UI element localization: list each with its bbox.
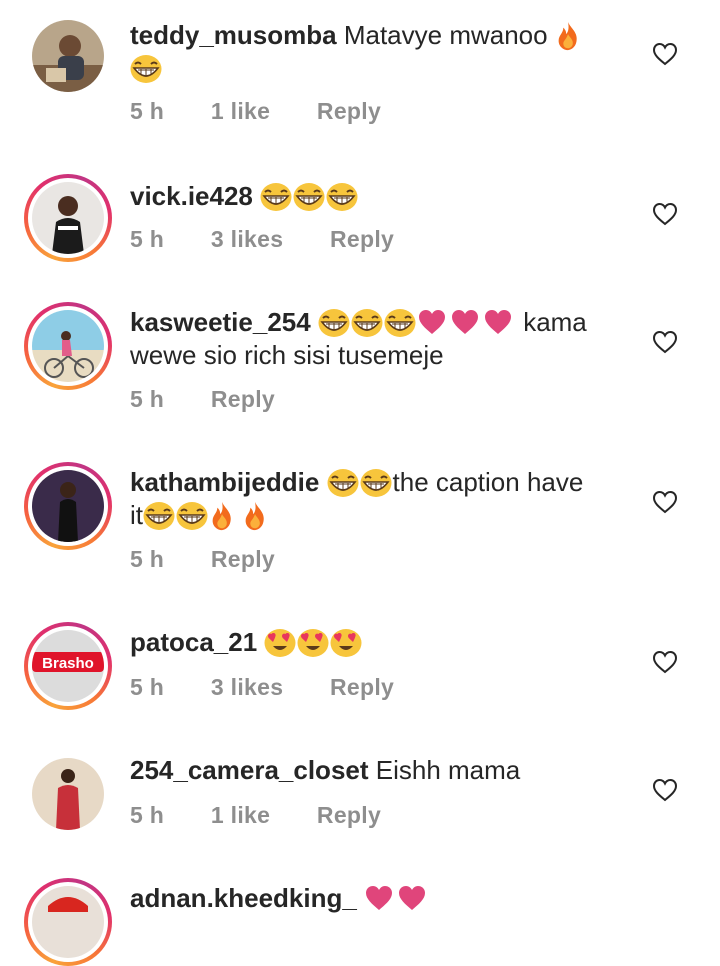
red-heart-emoji	[483, 308, 513, 336]
comment-text: kama	[523, 307, 587, 337]
comment-meta: 5 h 1 like Reply	[130, 802, 421, 829]
comment-time: 5 h	[130, 674, 165, 700]
comment-username[interactable]: teddy_musomba	[130, 20, 337, 50]
laugh-emoji	[384, 308, 414, 336]
reply-button[interactable]: Reply	[317, 98, 381, 124]
laugh-emoji	[130, 54, 160, 82]
laugh-emoji	[327, 468, 357, 496]
comment-time: 5 h	[130, 98, 165, 124]
comment-likes[interactable]: 1 like	[211, 98, 270, 124]
reply-button[interactable]: Reply	[330, 226, 394, 252]
reply-button[interactable]: Reply	[317, 802, 381, 828]
red-heart-emoji	[364, 884, 394, 912]
comment-likes[interactable]: 3 likes	[211, 674, 283, 700]
avatar[interactable]	[24, 750, 112, 838]
avatar[interactable]	[24, 462, 112, 550]
reply-button[interactable]: Reply	[211, 386, 275, 412]
heart-outline-icon[interactable]	[652, 42, 678, 66]
comment-time: 5 h	[130, 386, 165, 412]
comment-username[interactable]: kasweetie_254	[130, 307, 311, 337]
comment-time: 5 h	[130, 546, 165, 572]
comment-text: Eishh mama	[375, 755, 521, 785]
fire-emoji	[555, 21, 585, 49]
comment-time: 5 h	[130, 802, 165, 828]
comment-meta: 5 h Reply	[130, 546, 315, 573]
laugh-emoji	[143, 501, 173, 529]
heart-outline-icon[interactable]	[652, 650, 678, 674]
fire-emoji	[242, 501, 272, 529]
red-heart-emoji	[397, 884, 427, 912]
comment-username[interactable]: kathambijeddie	[130, 467, 319, 497]
heart-eyes-emoji	[264, 628, 294, 656]
avatar[interactable]	[24, 302, 112, 390]
reply-button[interactable]: Reply	[330, 674, 394, 700]
avatar-label: Brasho	[42, 655, 94, 672]
comment-meta: 5 h Reply	[130, 386, 315, 413]
laugh-emoji	[360, 468, 390, 496]
heart-outline-icon[interactable]	[652, 202, 678, 226]
avatar[interactable]	[24, 12, 112, 100]
laugh-emoji	[293, 182, 323, 210]
heart-outline-icon[interactable]	[652, 490, 678, 514]
comment-username[interactable]: 254_camera_closet	[130, 755, 369, 785]
comment-text: it	[130, 500, 143, 530]
red-heart-emoji	[450, 308, 480, 336]
comment-likes[interactable]: 1 like	[211, 802, 270, 828]
comment-meta: 5 h 3 likes Reply	[130, 226, 434, 253]
comment-username[interactable]: adnan.kheedking_	[130, 883, 357, 913]
fire-emoji	[209, 501, 239, 529]
laugh-emoji	[260, 182, 290, 210]
avatar[interactable]	[24, 878, 112, 966]
heart-eyes-emoji	[330, 628, 360, 656]
reply-button[interactable]: Reply	[211, 546, 275, 572]
avatar[interactable]	[24, 174, 112, 262]
comment-likes[interactable]: 3 likes	[211, 226, 283, 252]
heart-eyes-emoji	[297, 628, 327, 656]
laugh-emoji	[176, 501, 206, 529]
heart-outline-icon[interactable]	[652, 330, 678, 354]
comment-meta: 5 h 1 like Reply	[130, 98, 421, 125]
laugh-emoji	[326, 182, 356, 210]
comment-text: the caption have	[392, 467, 584, 497]
avatar[interactable]: Brasho	[24, 622, 112, 710]
comment-username[interactable]: patoca_21	[130, 627, 257, 657]
laugh-emoji	[351, 308, 381, 336]
comment-text: Matavye mwanoo	[343, 20, 548, 50]
laugh-emoji	[318, 308, 348, 336]
comment-text: wewe sio rich sisi tusemeje	[130, 340, 444, 370]
comment-username[interactable]: vick.ie428	[130, 181, 253, 211]
comment-meta: 5 h 3 likes Reply	[130, 674, 434, 701]
heart-outline-icon[interactable]	[652, 778, 678, 802]
comment-time: 5 h	[130, 226, 165, 252]
red-heart-emoji	[417, 308, 447, 336]
